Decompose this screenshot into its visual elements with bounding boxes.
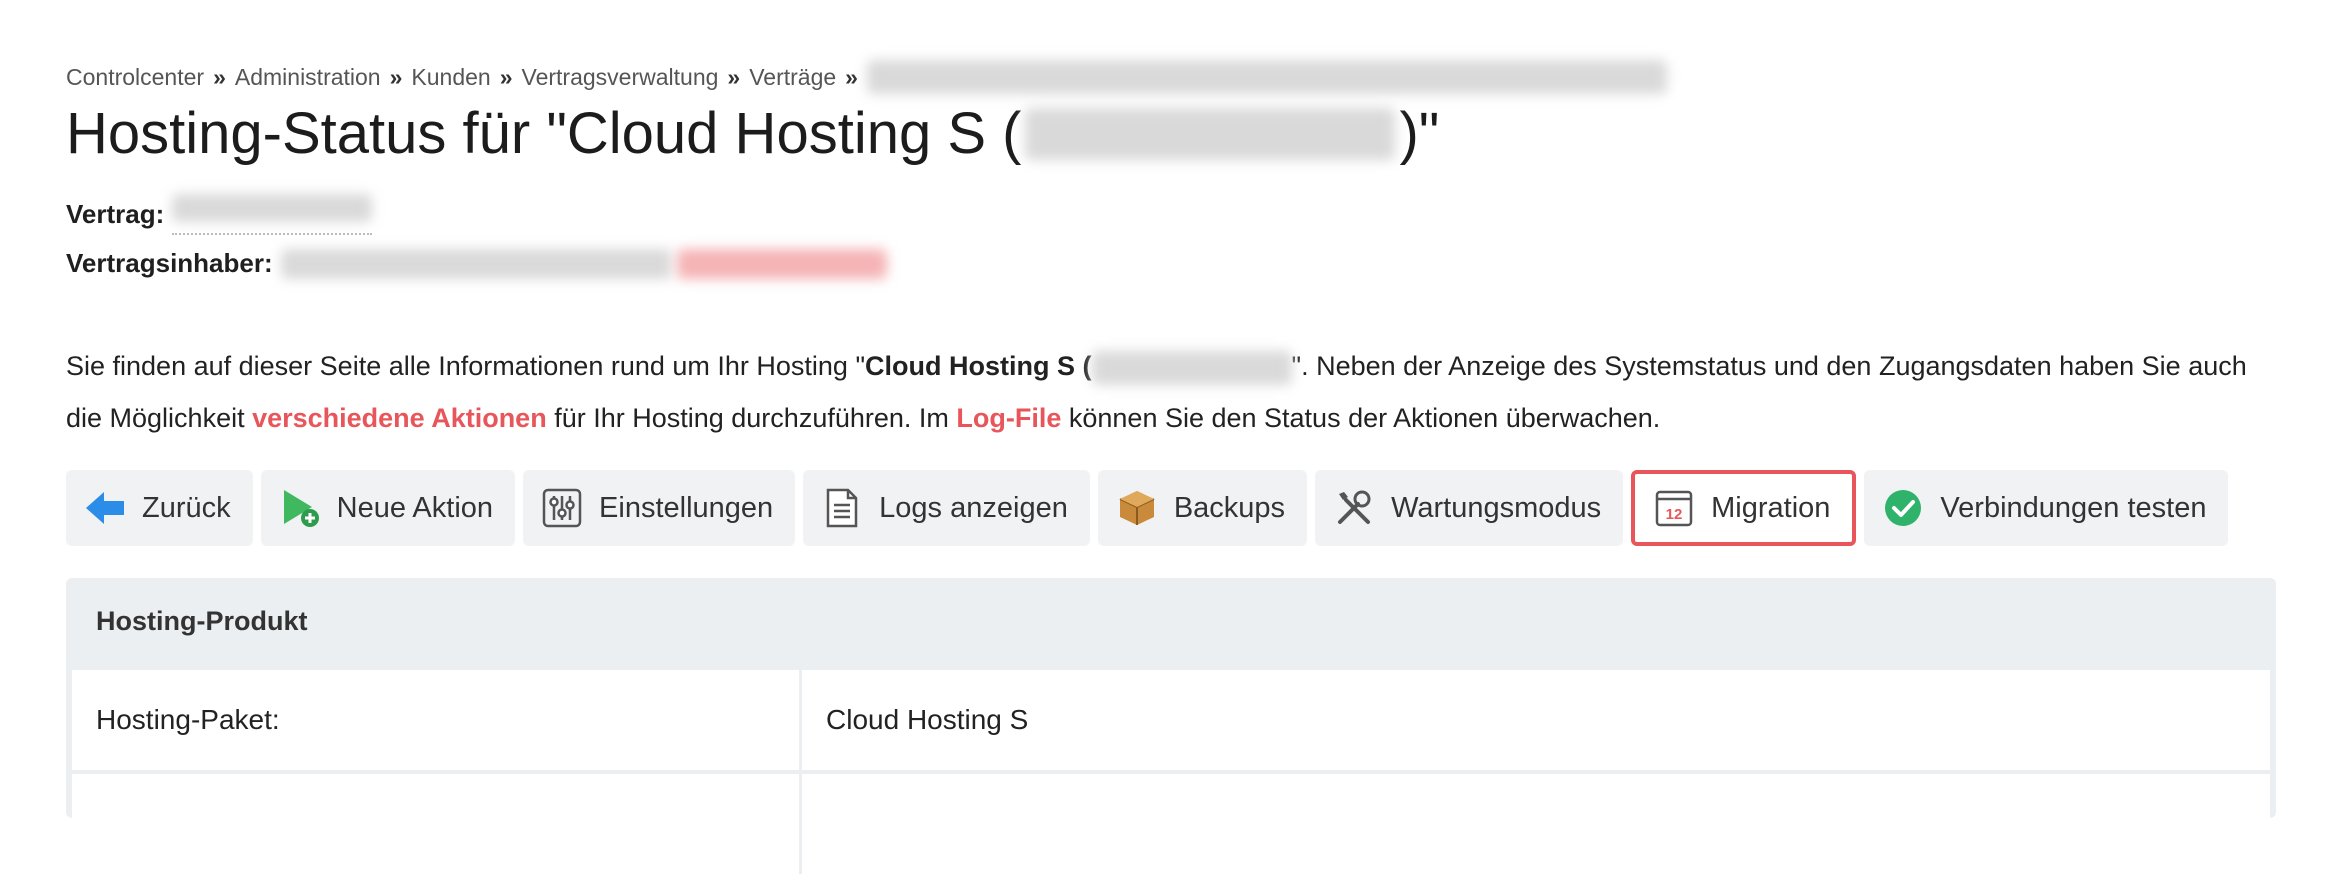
- tools-icon: [1333, 487, 1375, 529]
- migration-button-label: Migration: [1711, 491, 1831, 524]
- contract-label: Vertrag:: [66, 199, 165, 229]
- new-action-button[interactable]: Neue Aktion: [260, 470, 516, 546]
- row-label: [72, 774, 802, 874]
- backups-button-label: Backups: [1173, 491, 1286, 524]
- maintenance-button-label: Wartungsmodus: [1391, 491, 1602, 524]
- arrow-left-icon: [84, 487, 126, 529]
- panel-heading: Hosting-Produkt: [96, 606, 308, 636]
- page-title-prefix: Hosting-Status für "Cloud Hosting S (: [66, 101, 1022, 166]
- migration-button[interactable]: 12 Migration: [1631, 470, 1857, 546]
- row-value: [802, 774, 2270, 874]
- owner-id-redacted: [676, 248, 887, 279]
- settings-button-label: Einstellungen: [599, 491, 774, 524]
- description-text: können Sie den Status der Aktionen überw…: [1061, 403, 1661, 433]
- action-toolbar: Zurück Neue Aktion Einstellungen Logs an…: [66, 470, 2229, 546]
- maintenance-button[interactable]: Wartungsmodus: [1315, 470, 1624, 546]
- page-title-suffix: )": [1399, 101, 1440, 166]
- play-add-icon: [279, 487, 321, 529]
- description-text: Sie finden auf dieser Seite alle Informa…: [66, 351, 866, 381]
- breadcrumb-current-redacted: [866, 60, 1667, 94]
- sliders-icon: [541, 487, 583, 529]
- check-circle-icon: [1882, 487, 1924, 529]
- log-file-link[interactable]: Log-File: [956, 403, 1061, 433]
- description-product-name: Cloud Hosting S (: [865, 351, 1092, 381]
- svg-text:12: 12: [1666, 506, 1683, 523]
- breadcrumb-item-administration[interactable]: Administration: [235, 64, 381, 91]
- contract-line: Vertrag:: [66, 194, 373, 235]
- row-label: Hosting-Paket:: [72, 670, 802, 770]
- backups-button[interactable]: Backups: [1097, 470, 1308, 546]
- box-icon: [1116, 487, 1158, 529]
- logs-button-label: Logs anzeigen: [879, 491, 1068, 524]
- owner-redacted: [280, 248, 671, 279]
- new-action-button-label: Neue Aktion: [336, 491, 494, 524]
- breadcrumb-separator: »: [727, 63, 741, 90]
- contract-link[interactable]: [172, 194, 373, 235]
- settings-button[interactable]: Einstellungen: [523, 470, 796, 546]
- breadcrumb-separator: »: [213, 63, 226, 90]
- breadcrumb-item-vertragsverwaltung[interactable]: Vertragsverwaltung: [522, 64, 719, 91]
- test-connections-button-label: Verbindungen testen: [1940, 491, 2207, 524]
- logs-button[interactable]: Logs anzeigen: [803, 470, 1090, 546]
- calendar-icon: 12: [1653, 487, 1695, 529]
- owner-line: Vertragsinhaber:: [66, 248, 887, 279]
- table-row: Hosting-Paket: Cloud Hosting S: [72, 670, 2270, 770]
- breadcrumb-separator: »: [389, 63, 403, 90]
- page-title-redacted: [1025, 107, 1396, 160]
- row-value: Cloud Hosting S: [826, 704, 1029, 735]
- description-text: für Ihr Hosting durchzuführen. Im: [546, 403, 957, 433]
- description-redacted: [1091, 350, 1292, 385]
- test-connections-button[interactable]: Verbindungen testen: [1864, 470, 2229, 546]
- breadcrumb-separator: »: [845, 63, 858, 90]
- page-title: Hosting-Status für "Cloud Hosting S ( )": [66, 100, 1439, 167]
- description: Sie finden auf dieser Seite alle Informa…: [66, 340, 2266, 444]
- breadcrumb-item-kunden[interactable]: Kunden: [411, 64, 490, 91]
- actions-link[interactable]: verschiedene Aktionen: [252, 403, 547, 433]
- back-button[interactable]: Zurück: [66, 470, 253, 546]
- back-button-label: Zurück: [142, 491, 231, 524]
- breadcrumb-separator: »: [499, 63, 513, 90]
- owner-label: Vertragsinhaber:: [66, 248, 273, 278]
- table-row: [72, 774, 2270, 874]
- document-icon: [821, 487, 863, 529]
- breadcrumb-item-vertraege[interactable]: Verträge: [749, 64, 836, 91]
- breadcrumb: Controlcenter » Administration » Kunden …: [66, 60, 1667, 94]
- breadcrumb-item-controlcenter[interactable]: Controlcenter: [66, 64, 204, 91]
- hosting-product-panel: Hosting-Produkt Hosting-Paket: Cloud Hos…: [66, 578, 2276, 874]
- contract-redacted: [172, 194, 373, 222]
